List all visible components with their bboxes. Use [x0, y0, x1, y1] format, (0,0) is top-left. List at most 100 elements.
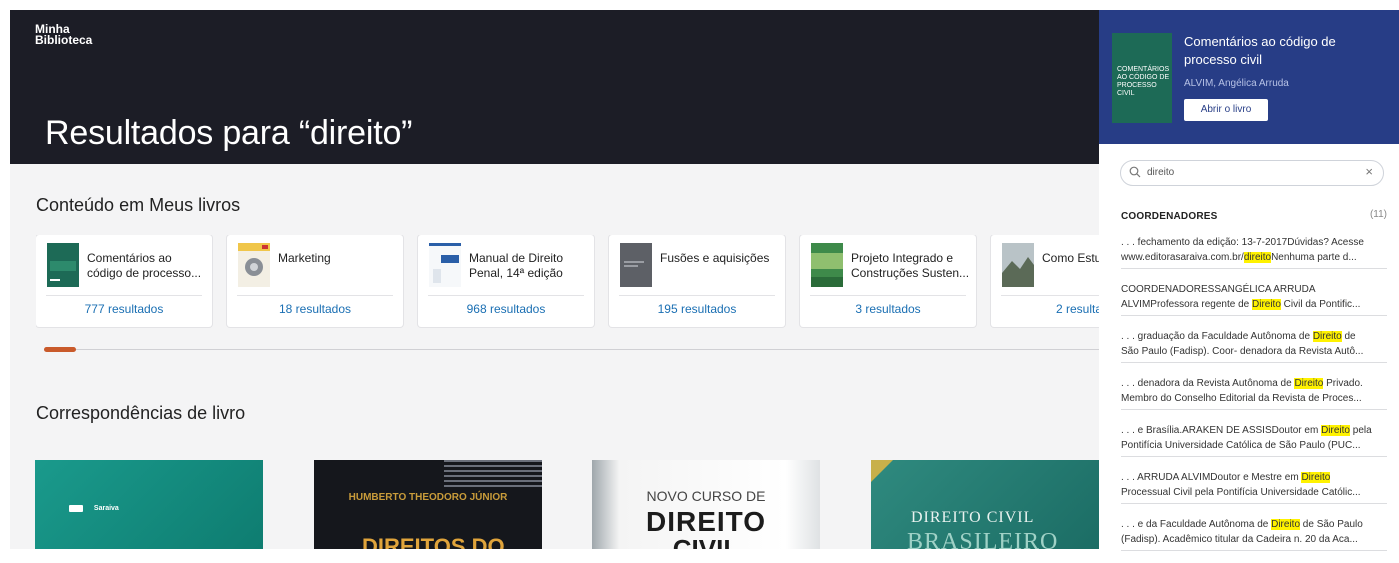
- result-text-segment: pela: [1349, 425, 1372, 436]
- search-term-highlight: direito: [1243, 252, 1272, 263]
- book-card-marketing[interactable]: Marketing 18 resultados: [227, 235, 403, 327]
- search-term-highlight: Direito: [1312, 331, 1342, 342]
- search-result-text: . . . e Brasília.ARAKEN DE ASSISDoutor e…: [1121, 423, 1387, 438]
- book-card-title: Marketing: [278, 251, 331, 265]
- result-group-heading: COORDENADORES: [1121, 211, 1218, 222]
- book-match-4[interactable]: DIREITO CIVIL BRASILEIRO: [871, 460, 1099, 549]
- panel-book-author: ALVIM, Angélica Arruda: [1184, 78, 1289, 89]
- divider: [1001, 295, 1099, 296]
- cover-corner: [871, 460, 893, 482]
- book-author: HUMBERTO THEODORO JÚNIOR: [348, 492, 508, 503]
- book-thumbnail: [1002, 243, 1034, 287]
- book-card-title: Projeto Integrado e Construções Susten..…: [851, 251, 970, 280]
- search-term-highlight: Direito: [1252, 299, 1281, 310]
- book-card-comentarios[interactable]: Comentários ao código de processo... 777…: [36, 235, 212, 327]
- search-result-item[interactable]: . . . ARRUDA ALVIMDoutor e Mestre em Dir…: [1121, 469, 1387, 504]
- book-card-results-link[interactable]: 3 resultados: [800, 302, 976, 316]
- result-text-segment: Nenhuma parte d...: [1271, 252, 1357, 263]
- result-text-segment: . . . e da Faculdade Autônoma de: [1121, 519, 1272, 530]
- search-result-text: Membro do Conselho Editorial da Revista …: [1121, 391, 1387, 406]
- hero-banner: Minha Biblioteca Resultados para “direit…: [10, 10, 1099, 164]
- book-card-results-link[interactable]: 18 resultados: [227, 302, 403, 316]
- search-result-text: . . . e da Faculdade Autônoma de Direito…: [1121, 517, 1387, 532]
- search-result-text: (Fadisp). Acadêmico titular da Cadeira n…: [1121, 532, 1387, 547]
- book-card-results-link[interactable]: 195 resultados: [609, 302, 785, 316]
- result-text-segment: ALVIMProfessora regente de: [1121, 299, 1252, 310]
- book-card-title: Comentários ao código de processo...: [87, 251, 202, 280]
- book-match-3[interactable]: NOVO CURSO DE DIREITO CIVIL: [592, 460, 820, 549]
- result-text-segment: São Paulo (Fadisp). Coor- denadora da Re…: [1121, 346, 1364, 357]
- result-text-segment: Pontifícia Universidade Católica de São …: [1121, 440, 1361, 451]
- panel-book-cover[interactable]: COMENTÁRIOS AO CÓDIGO DE PROCESSO CIVIL: [1112, 33, 1172, 123]
- book-card-title: Como Estu Filosofia: [1042, 251, 1099, 265]
- book-card-projeto-integrado[interactable]: Projeto Integrado e Construções Susten..…: [800, 235, 976, 327]
- search-result-item[interactable]: . . . fechamento da edição: 13-7-2017Dúv…: [1121, 234, 1387, 269]
- book-match-1[interactable]: Saraiva: [35, 460, 263, 549]
- book-card-results-link[interactable]: 968 resultados: [418, 302, 594, 316]
- divider: [810, 295, 966, 296]
- book-thumbnail: [811, 243, 843, 287]
- search-term-highlight: Direito: [1294, 378, 1324, 389]
- search-result-item[interactable]: . . . e da Faculdade Autônoma de Direito…: [1121, 516, 1387, 551]
- my-books-heading: Conteúdo em Meus livros: [36, 195, 241, 215]
- search-result-item[interactable]: . . . denadora da Revista Autônoma de Di…: [1121, 375, 1387, 410]
- book-thumbnail: [620, 243, 652, 287]
- result-text-segment: de São Paulo: [1300, 519, 1363, 530]
- book-card-results-link[interactable]: 2 resulta: [991, 302, 1099, 316]
- book-card-direito-penal[interactable]: Manual de Direito Penal, 14ª edição 968 …: [418, 235, 594, 327]
- panel-header: COMENTÁRIOS AO CÓDIGO DE PROCESSO CIVIL …: [1099, 10, 1399, 144]
- brand-logo[interactable]: Minha Biblioteca: [35, 23, 92, 46]
- book-card-title: Manual de Direito Penal, 14ª edição: [469, 251, 564, 280]
- carousel-scroll-indicator[interactable]: [44, 347, 76, 352]
- book-thumbnail: [47, 243, 79, 287]
- result-text-segment: de: [1341, 331, 1356, 342]
- search-box[interactable]: ×: [1120, 160, 1384, 186]
- book-title-line: DIREITO CIVIL: [911, 509, 1035, 526]
- result-text-segment: . . . fechamento da edição: 13-7-2017Dúv…: [1121, 237, 1364, 248]
- divider: [46, 295, 202, 296]
- search-term-highlight: Direito: [1321, 425, 1350, 436]
- search-results-list: . . . fechamento da edição: 13-7-2017Dúv…: [1121, 234, 1387, 563]
- search-icon: [1129, 166, 1141, 178]
- search-result-text: Pontifícia Universidade Católica de São …: [1121, 438, 1387, 453]
- divider: [237, 295, 393, 296]
- book-title-line: BRASILEIRO: [907, 529, 1059, 549]
- search-result-text: Processual Civil pela Pontifícia Univers…: [1121, 485, 1387, 500]
- result-text-segment: COORDENADORESSANGÉLICA ARRUDA: [1121, 284, 1316, 295]
- my-books-carousel: Comentários ao código de processo... 777…: [36, 235, 1099, 329]
- open-book-button[interactable]: Abrir o livro: [1184, 99, 1268, 121]
- search-input[interactable]: [1147, 164, 1357, 181]
- search-result-item[interactable]: . . . graduação da Faculdade Autônoma de…: [1121, 328, 1387, 363]
- search-result-text: . . . fechamento da edição: 13-7-2017Dúv…: [1121, 235, 1387, 250]
- book-card-fusoes[interactable]: Fusões e aquisições 195 resultados: [609, 235, 785, 327]
- book-match-2[interactable]: HUMBERTO THEODORO JÚNIOR DIREITOS DO: [314, 460, 542, 549]
- result-text-segment: www.editorasaraiva.com.br/: [1121, 252, 1244, 263]
- publisher-logo: Saraiva: [69, 500, 131, 513]
- book-title-line: CIVIL: [672, 534, 740, 549]
- book-title-line: NOVO CURSO DE: [646, 488, 766, 504]
- search-result-text: ALVIMProfessora regente de Direito Civil…: [1121, 297, 1387, 312]
- result-text-segment: . . . denadora da Revista Autônoma de: [1121, 378, 1295, 389]
- search-result-text: São Paulo (Fadisp). Coor- denadora da Re…: [1121, 344, 1387, 359]
- divider: [619, 295, 775, 296]
- book-card-results-link[interactable]: 777 resultados: [36, 302, 212, 316]
- search-result-item[interactable]: COORDENADORESSANGÉLICA ARRUDA ALVIMProfes…: [1121, 281, 1387, 316]
- book-thumbnail: [429, 243, 461, 287]
- search-term-highlight: Direito: [1271, 519, 1301, 530]
- page-title: Resultados para “direito”: [45, 114, 413, 152]
- search-result-text: www.editorasaraiva.com.br/direitoNenhuma…: [1121, 250, 1387, 265]
- search-term-highlight: Direito: [1301, 472, 1331, 483]
- book-card-como-estudar-filosofia[interactable]: Como Estu Filosofia 2 resulta: [991, 235, 1099, 327]
- book-card-title: Fusões e aquisições: [660, 251, 770, 265]
- result-text-segment: Privado.: [1323, 378, 1363, 389]
- clear-icon[interactable]: ×: [1365, 164, 1373, 179]
- result-text-segment: Civil da Pontific...: [1280, 299, 1361, 310]
- results-area: Conteúdo em Meus livros Comentários ao c…: [10, 164, 1099, 549]
- search-result-item[interactable]: . . . e Brasília.ARAKEN DE ASSISDoutor e…: [1121, 422, 1387, 457]
- result-text-segment: Processual Civil pela Pontifícia Univers…: [1121, 487, 1361, 498]
- carousel-track: [44, 349, 1099, 350]
- result-group-count: (11): [1369, 209, 1387, 220]
- book-title: DIREITOS DO: [362, 534, 505, 549]
- result-text-segment: (Fadisp). Acadêmico titular da Cadeira n…: [1121, 534, 1358, 545]
- result-text-segment: . . . e Brasília.ARAKEN DE ASSISDoutor e…: [1121, 425, 1322, 436]
